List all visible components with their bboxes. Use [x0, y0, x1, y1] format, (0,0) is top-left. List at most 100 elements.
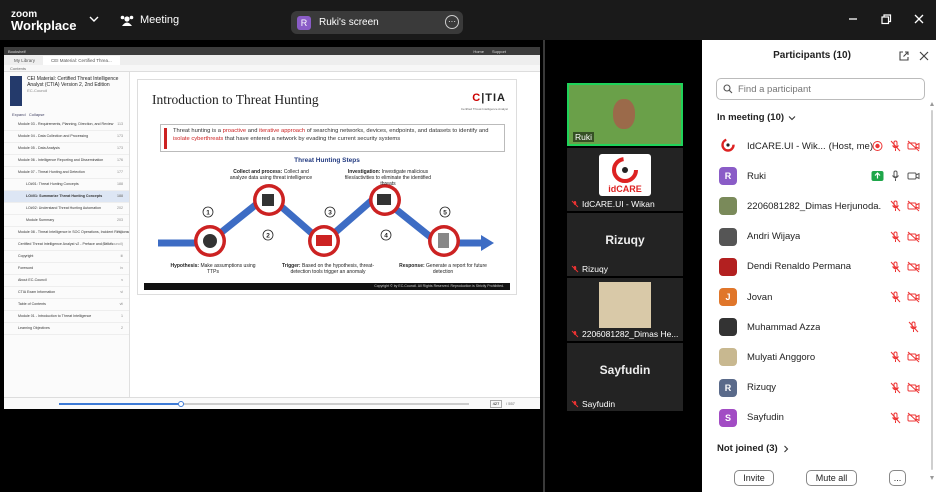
video-off-icon[interactable] — [907, 200, 920, 212]
meeting-menu[interactable]: Meeting — [120, 14, 179, 26]
toc-item-label: LO#01: Threat Hunting Concepts — [26, 182, 79, 186]
video-tile-ruki[interactable]: Ruki — [567, 83, 683, 146]
toc-item[interactable]: LO#02: Understand Threat Hunting Automat… — [4, 203, 129, 215]
toc-item[interactable]: Table of Contents vii — [4, 299, 129, 311]
not-joined-header[interactable]: Not joined (3) — [717, 443, 790, 454]
video-off-icon[interactable] — [907, 351, 920, 363]
mic-icon[interactable] — [889, 170, 902, 182]
toc-item[interactable]: Foreword iv — [4, 263, 129, 275]
video-off-icon[interactable] — [907, 231, 920, 243]
muted-mic-icon[interactable] — [889, 351, 902, 363]
toc-item[interactable]: Module 05 - Data Analysis 173 — [4, 143, 129, 155]
more-options-button[interactable]: ... — [889, 470, 906, 486]
toc-controls: Expand Collapse — [4, 110, 129, 119]
muted-mic-icon[interactable] — [889, 291, 902, 303]
participant-row[interactable]: IdCARE.UI - Wik... (Host, me) — [702, 131, 934, 161]
muted-mic-icon — [571, 400, 579, 408]
contents-toggle[interactable]: Contents — [10, 66, 26, 71]
find-participant-field[interactable] — [716, 78, 925, 100]
participant-row[interactable]: R Ruki — [702, 161, 934, 191]
panel-scrollbar[interactable] — [930, 102, 934, 482]
toc-item[interactable]: LO#01: Threat Hunting Concepts 188 — [4, 179, 129, 191]
in-meeting-header[interactable]: In meeting (10) — [717, 112, 796, 123]
muted-mic-icon[interactable] — [889, 412, 902, 424]
toc-item[interactable]: About EC-Council v — [4, 275, 129, 287]
mute-all-button[interactable]: Mute all — [806, 470, 857, 486]
toc-item[interactable]: Module 01 - Introduction to Threat Intel… — [4, 311, 129, 323]
pop-out-icon[interactable] — [898, 50, 910, 62]
toc-item-page: 205 — [117, 230, 123, 234]
muted-mic-icon[interactable] — [889, 382, 902, 394]
participant-row[interactable]: S Sayfudin — [702, 403, 934, 433]
viewer-link-home[interactable]: Home — [473, 49, 484, 54]
chevron-down-icon[interactable] — [89, 14, 99, 24]
participant-controls — [871, 170, 920, 182]
tab-book[interactable]: CEI Material: Certified Threa... — [43, 56, 120, 65]
toc-item[interactable]: Module Summary 203 — [4, 215, 129, 227]
participant-row[interactable]: 2206081282_Dimas Herjunoda... — [702, 191, 934, 221]
muted-mic-icon[interactable] — [889, 261, 902, 273]
tile-big-name: Sayfudin — [599, 363, 651, 377]
close-panel-icon[interactable] — [918, 50, 930, 62]
video-icon[interactable] — [907, 170, 920, 182]
meeting-label: Meeting — [140, 14, 180, 26]
toc-item[interactable]: LO#01: Summarize Threat Hunting Concepts… — [4, 191, 129, 203]
shared-screen-pill[interactable]: R Ruki's screen ··· — [291, 11, 463, 34]
video-tile-sayfudin[interactable]: Sayfudin Sayfudin — [567, 343, 683, 411]
participant-row[interactable]: Mulyati Anggoro — [702, 342, 934, 372]
participant-row[interactable]: J Jovan — [702, 282, 934, 312]
participant-name: Rizuqy — [747, 382, 777, 394]
minimize-icon[interactable] — [846, 12, 860, 26]
video-tile-idcare[interactable]: idCARE IdCARE.UI - Wikan — [567, 148, 683, 211]
toc-expand[interactable]: Expand — [12, 112, 26, 117]
video-off-icon[interactable] — [907, 140, 920, 152]
tab-my-library[interactable]: My Library — [6, 56, 43, 65]
toc-item[interactable]: Module 08 - Threat Intelligence in SOC O… — [4, 227, 129, 239]
chevron-down-icon — [788, 115, 796, 120]
toc-item-label: Copyright — [18, 254, 34, 258]
page-number-input[interactable]: 427 — [490, 400, 502, 408]
page-slider-knob[interactable] — [177, 401, 184, 407]
invite-button[interactable]: Invite — [734, 470, 774, 486]
svg-text:idCARE: idCARE — [608, 184, 642, 194]
toc-collapse[interactable]: Collapse — [29, 112, 45, 117]
video-off-icon[interactable] — [907, 412, 920, 424]
muted-mic-icon[interactable] — [889, 200, 902, 212]
toc-item[interactable]: Module 07 - Threat Hunting and Detection… — [4, 167, 129, 179]
muted-mic-icon[interactable] — [907, 321, 920, 333]
participant-row[interactable]: Muhammad Azza — [702, 312, 934, 342]
toc-item-page: 177 — [117, 170, 123, 174]
more-icon[interactable]: ··· — [445, 15, 459, 29]
slide: Introduction to Threat Hunting C|TIA Cer… — [137, 79, 517, 295]
toc-item[interactable]: Module 04 - Data Collection and Processi… — [4, 131, 129, 143]
toc-item[interactable]: Certified Threat Intelligence Analyst v2… — [4, 239, 129, 251]
toc-item-page: 188 — [117, 194, 123, 198]
toc-item[interactable]: CTIA Exam Information vi — [4, 287, 129, 299]
avatar — [719, 227, 737, 246]
logo-line2: Workplace — [11, 18, 77, 33]
toc-item-page: 176 — [117, 158, 123, 162]
participant-row[interactable]: Andri Wijaya — [702, 222, 934, 252]
viewer-link-support[interactable]: Support — [492, 49, 506, 54]
participant-row[interactable]: R Rizuqy — [702, 373, 934, 403]
chevron-right-icon — [783, 445, 788, 452]
toc-item[interactable]: Copyright iii — [4, 251, 129, 263]
participant-photo — [599, 282, 651, 328]
toc-item[interactable]: Module 06 - Intelligence Reporting and D… — [4, 155, 129, 167]
video-tile-rizuqy[interactable]: Rizuqy Rizuqy — [567, 213, 683, 276]
muted-mic-icon[interactable] — [889, 231, 902, 243]
muted-mic-icon[interactable] — [889, 140, 902, 152]
participant-name: Andri Wijaya — [747, 231, 801, 243]
page-slider[interactable] — [59, 401, 469, 407]
video-off-icon[interactable] — [907, 382, 920, 394]
participant-row[interactable]: Dendi Renaldo Permana — [702, 252, 934, 282]
toc-item[interactable]: Module 03 - Requirements, Planning, Dire… — [4, 119, 129, 131]
video-off-icon[interactable] — [907, 291, 920, 303]
book-cover — [10, 76, 23, 106]
toc-item[interactable]: Learning Objectives 2 — [4, 323, 129, 335]
video-tile-dimas[interactable]: 2206081282_Dimas He... — [567, 278, 683, 341]
close-icon[interactable] — [912, 12, 926, 26]
video-off-icon[interactable] — [907, 261, 920, 273]
find-participant-input[interactable] — [738, 83, 918, 95]
restore-icon[interactable] — [879, 12, 893, 26]
